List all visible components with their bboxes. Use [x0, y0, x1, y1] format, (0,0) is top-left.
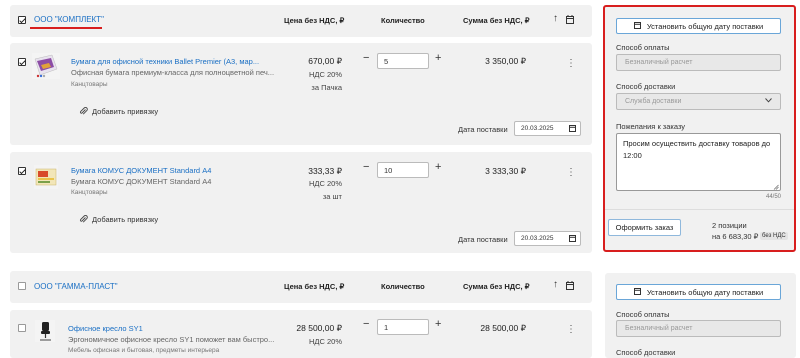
delivery-method-select[interactable]: Служба доставки [616, 93, 781, 110]
place-order-button[interactable]: Оформить заказ [608, 219, 681, 236]
col-header-qty: Количество [381, 16, 425, 25]
order-total: на 6 683,30 ₽ [712, 232, 759, 241]
product-title[interactable]: Бумага КОМУС ДОКУМЕНТ Standard А4 [71, 166, 211, 175]
calendar-icon[interactable] [566, 15, 574, 26]
paperclip-icon[interactable] [79, 215, 88, 226]
payment-method-field: Безналичный расчет [616, 320, 781, 337]
line-sum: 3 333,30 ₽ [485, 166, 526, 176]
item-checkbox[interactable] [18, 324, 26, 332]
add-binding-link[interactable]: Добавить привязку [92, 107, 158, 116]
order-wishes-textarea[interactable] [616, 133, 781, 191]
col-header-qty: Количество [381, 282, 425, 291]
product-description: Офисная бумага премиум-класса для полноц… [71, 68, 275, 77]
set-common-date-button[interactable]: Установить общую дату поставки [616, 284, 781, 300]
panel-divider [605, 209, 794, 210]
paperclip-icon[interactable] [79, 107, 88, 118]
item-checkbox[interactable] [18, 167, 26, 175]
payment-method-label: Способ оплаты [616, 43, 670, 52]
col-header-sum: Сумма без НДС, ₽ [463, 282, 530, 291]
add-binding-link[interactable]: Добавить привязку [92, 215, 158, 224]
qty-value: 10 [384, 165, 393, 175]
line-sum: 3 350,00 ₽ [485, 56, 526, 66]
qty-value: 1 [384, 322, 389, 332]
product-category: Канцтовары [71, 81, 108, 88]
delivery-date-input[interactable]: 20.03.2025 [514, 121, 581, 136]
product-title[interactable]: Бумага для офисной техники Ballet Premie… [71, 57, 259, 66]
more-options-icon[interactable]: ⋮ [566, 324, 576, 335]
qty-increment-button[interactable]: + [435, 161, 441, 173]
vat-rate: НДС 20% [308, 337, 342, 346]
col-header-price: Цена без НДС, ₽ [284, 16, 345, 25]
place-order-label: Оформить заказ [615, 223, 674, 232]
line-sum: 28 500,00 ₽ [480, 323, 526, 333]
set-common-date-label: Установить общую дату поставки [646, 21, 764, 31]
qty-decrement-button[interactable]: − [363, 52, 369, 64]
delivery-date-value: 20.03.2025 [521, 235, 554, 242]
resize-handle-icon[interactable] [773, 183, 779, 192]
qty-increment-button[interactable]: + [435, 52, 441, 64]
delivery-date-label: Дата поставки [458, 125, 508, 134]
sort-arrow-up-icon[interactable]: ↑ [553, 13, 558, 24]
calendar-icon [633, 21, 641, 31]
calendar-icon[interactable] [566, 281, 574, 292]
delivery-date-input[interactable]: 20.03.2025 [514, 231, 581, 246]
product-description: Бумага КОМУС ДОКУМЕНТ Standard А4 [71, 177, 212, 186]
product-image[interactable] [32, 53, 60, 79]
chevron-down-icon [765, 98, 772, 105]
qty-input[interactable]: 1 [377, 319, 429, 335]
order-wishes-label: Пожелания к заказу [616, 122, 686, 131]
group-checkbox[interactable] [18, 282, 26, 290]
product-image[interactable] [34, 165, 58, 189]
qty-decrement-button[interactable]: − [363, 318, 369, 330]
calendar-icon [569, 234, 576, 244]
product-category: Канцтовары [71, 189, 108, 196]
payment-method-label: Способ оплаты [616, 310, 670, 319]
delivery-method-label: Способ доставки [616, 82, 676, 91]
product-image[interactable] [35, 320, 55, 342]
company-name[interactable]: ООО "ГАММА-ПЛАСТ" [34, 282, 118, 291]
delivery-method-value: Служба доставки [625, 98, 682, 105]
calendar-icon [633, 287, 641, 297]
delivery-date-label: Дата поставки [458, 235, 508, 244]
group-checkbox[interactable] [18, 16, 26, 24]
set-common-date-button[interactable]: Установить общую дату поставки [616, 18, 781, 34]
company-name[interactable]: ООО "КОМПЛЕКТ" [34, 15, 104, 24]
qty-input[interactable]: 10 [377, 162, 429, 178]
payment-method-value: Безналичный расчет [625, 325, 693, 332]
unit-price: 670,00 ₽ [308, 56, 342, 66]
product-title[interactable]: Офисное кресло SY1 [68, 324, 143, 333]
qty-increment-button[interactable]: + [435, 318, 441, 330]
product-description: Эргономичное офисное кресло SY1 поможет … [68, 335, 275, 344]
item-checkbox[interactable] [18, 58, 26, 66]
sort-arrow-up-icon[interactable]: ↑ [553, 279, 558, 290]
payment-method-value: Безналичный расчет [625, 59, 693, 66]
qty-input[interactable]: 5 [377, 53, 429, 69]
vat-rate: НДС 20% [308, 70, 342, 79]
payment-method-field: Безналичный расчет [616, 54, 781, 71]
char-counter: 44/50 [766, 194, 782, 200]
col-header-sum: Сумма без НДС, ₽ [463, 16, 530, 25]
price-unit: за шт [322, 192, 342, 201]
delivery-date-value: 20.03.2025 [521, 125, 554, 132]
col-header-price: Цена без НДС, ₽ [284, 282, 345, 291]
company-underline [30, 27, 102, 29]
unit-price: 333,33 ₽ [308, 166, 342, 176]
vat-badge: без НДС [760, 232, 788, 240]
more-options-icon[interactable]: ⋮ [566, 167, 576, 178]
delivery-method-label: Способ доставки [616, 348, 676, 357]
qty-value: 5 [384, 56, 389, 66]
calendar-icon [569, 124, 576, 134]
unit-price: 28 500,00 ₽ [296, 323, 342, 333]
positions-count: 2 позиции [712, 221, 747, 230]
set-common-date-label: Установить общую дату поставки [646, 287, 764, 297]
price-unit: за Пачка [311, 83, 342, 92]
vat-rate: НДС 20% [308, 179, 342, 188]
product-category: Мебель офисная и бытовая, предметы интер… [68, 347, 220, 354]
qty-decrement-button[interactable]: − [363, 161, 369, 173]
more-options-icon[interactable]: ⋮ [566, 58, 576, 69]
